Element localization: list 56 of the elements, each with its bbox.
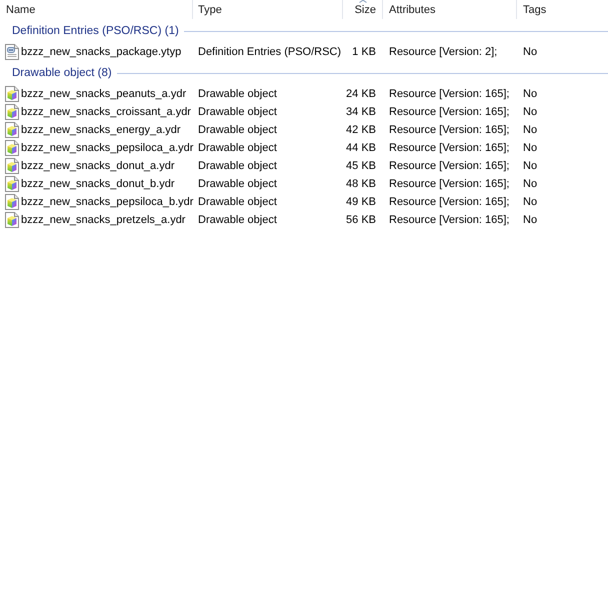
cube-file-icon: [5, 158, 19, 174]
file-type: Drawable object: [198, 142, 277, 154]
file-size: 45 KB: [346, 160, 376, 172]
file-tags: No: [523, 160, 538, 172]
file-attributes: Resource [Version: 165];: [389, 88, 510, 100]
cube-file-icon: [5, 104, 19, 120]
file-type: Drawable object: [198, 106, 277, 118]
file-size: 44 KB: [346, 142, 376, 154]
file-size: 49 KB: [346, 196, 376, 208]
file-type: Drawable object: [198, 124, 277, 136]
cube-file-icon: [5, 176, 19, 192]
file-name[interactable]: bzzz_new_snacks_donut_a.ydr: [21, 160, 174, 172]
file-attributes: Resource [Version: 165];: [389, 196, 510, 208]
file-tags: No: [523, 88, 538, 100]
file-size: 24 KB: [346, 88, 376, 100]
file-name[interactable]: bzzz_new_snacks_package.ytyp: [21, 46, 182, 58]
cube-file-icon: [5, 212, 19, 228]
file-size: 34 KB: [346, 106, 376, 118]
file-attributes: Resource [Version: 165];: [389, 124, 510, 136]
cube-file-icon: [5, 194, 19, 210]
file-type: Drawable object: [198, 160, 277, 172]
file-name[interactable]: bzzz_new_snacks_energy_a.ydr: [21, 124, 181, 136]
file-name[interactable]: bzzz_new_snacks_pepsiloca_a.ydr: [21, 142, 194, 154]
file-name[interactable]: bzzz_new_snacks_pepsiloca_b.ydr: [21, 196, 194, 208]
file-size: 1 KB: [352, 46, 376, 58]
file-size: 56 KB: [346, 214, 376, 226]
group-title[interactable]: Definition Entries (PSO/RSC) (1): [12, 25, 179, 37]
file-tags: No: [523, 178, 538, 190]
file-type: Drawable object: [198, 196, 277, 208]
file-attributes: Resource [Version: 165];: [389, 214, 510, 226]
file-size: 48 KB: [346, 178, 376, 190]
file-name[interactable]: bzzz_new_snacks_croissant_a.ydr: [21, 106, 191, 118]
file-type: Drawable object: [198, 214, 277, 226]
file-tags: No: [523, 106, 538, 118]
file-tags: No: [523, 46, 538, 58]
file-tags: No: [523, 214, 538, 226]
file-tags: No: [523, 196, 538, 208]
file-type: Drawable object: [198, 178, 277, 190]
file-attributes: Resource [Version: 165];: [389, 160, 510, 172]
file-size: 42 KB: [346, 124, 376, 136]
file-type: Definition Entries (PSO/RSC): [198, 46, 342, 58]
file-type: Drawable object: [198, 88, 277, 100]
file-attributes: Resource [Version: 2];: [389, 46, 498, 58]
file-name[interactable]: bzzz_new_snacks_donut_b.ydr: [21, 178, 174, 190]
file-tags: No: [523, 124, 538, 136]
cube-file-icon: [5, 122, 19, 138]
group-title[interactable]: Drawable object (8): [12, 67, 112, 79]
file-attributes: Resource [Version: 165];: [389, 106, 510, 118]
document-icon: [5, 44, 19, 60]
cube-file-icon: [5, 140, 19, 156]
file-name[interactable]: bzzz_new_snacks_peanuts_a.ydr: [21, 88, 186, 100]
file-attributes: Resource [Version: 165];: [389, 142, 510, 154]
file-name[interactable]: bzzz_new_snacks_pretzels_a.ydr: [21, 214, 186, 226]
file-attributes: Resource [Version: 165];: [389, 178, 510, 190]
cube-file-icon: [5, 86, 19, 102]
file-tags: No: [523, 142, 538, 154]
